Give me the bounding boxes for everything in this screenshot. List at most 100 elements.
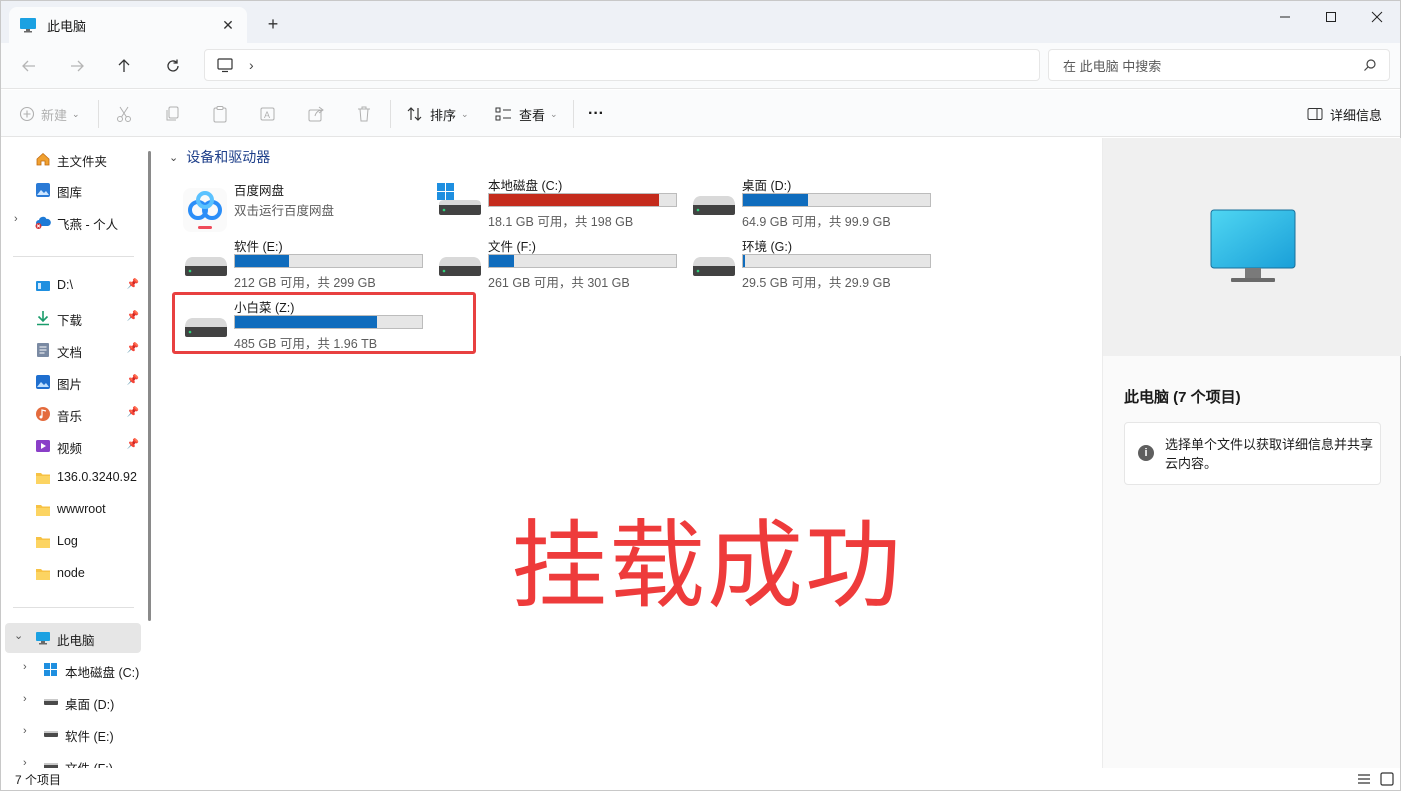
pin-icon[interactable]: 📌	[127, 311, 139, 322]
chevron-right-icon[interactable]: ›	[23, 725, 27, 737]
drive-d[interactable]: 桌面 (D:) 64.9 GB 可用，共 99.9 GB	[689, 175, 939, 233]
section-title: 设备和驱动器	[186, 149, 271, 165]
pin-icon[interactable]: 📌	[127, 375, 139, 386]
download-icon	[37, 311, 49, 326]
monitor-icon	[36, 632, 50, 645]
pin-icon[interactable]: 📌	[127, 407, 139, 418]
sidebar-item-this-pc[interactable]: ⌄ 此电脑	[5, 623, 141, 653]
more-options-button[interactable]: ···	[588, 102, 604, 126]
drive-e[interactable]: 软件 (E:) 212 GB 可用，共 299 GB	[181, 236, 431, 294]
drive-g[interactable]: 环境 (G:) 29.5 GB 可用，共 29.9 GB	[689, 236, 939, 294]
new-button[interactable]: 新建 ⌄	[19, 102, 80, 126]
share-button[interactable]	[307, 102, 325, 126]
sidebar-item-label: 主文件夹	[57, 155, 108, 169]
chevron-right-icon[interactable]: ›	[23, 693, 27, 705]
delete-button[interactable]	[355, 102, 373, 126]
maximize-button[interactable]	[1308, 1, 1354, 33]
folder-icon	[36, 505, 50, 516]
drive-name: 软件 (E:)	[234, 240, 283, 254]
refresh-button[interactable]	[158, 51, 188, 81]
sidebar-item-drive-e[interactable]: › 软件 (E:)	[1, 719, 141, 749]
drive-space-info: 64.9 GB 可用，共 99.9 GB	[742, 215, 891, 229]
details-pane-button[interactable]: 详细信息	[1307, 102, 1382, 126]
view-list-icon	[495, 107, 511, 121]
sidebar-item-label: D:\	[57, 278, 73, 292]
tab-this-pc[interactable]: 此电脑 ✕	[9, 7, 247, 43]
sidebar-item-documents[interactable]: 文档 📌	[1, 335, 141, 365]
details-hint: 选择单个文件以获取详细信息并共享云内容。	[1165, 437, 1374, 471]
address-bar[interactable]: ›	[204, 49, 1040, 81]
sidebar-item-label: 此电脑	[57, 634, 95, 648]
sidebar-item-pictures[interactable]: 图片 📌	[1, 367, 141, 397]
drive-name: 环境 (G:)	[742, 240, 792, 254]
home-icon	[36, 152, 50, 166]
sidebar-item-downloads[interactable]: 下载 📌	[1, 303, 141, 333]
search-box[interactable]: 在 此电脑 中搜索	[1048, 49, 1390, 81]
sidebar-divider	[13, 607, 134, 608]
minimize-button[interactable]	[1262, 1, 1308, 33]
close-tab-icon[interactable]: ✕	[219, 16, 237, 34]
navigation-bar: › 在 此电脑 中搜索	[1, 43, 1400, 89]
drive-usage-bar	[488, 193, 677, 207]
copy-button[interactable]	[163, 102, 181, 126]
sidebar-item-onedrive[interactable]: › 飞燕 - 个人	[1, 207, 141, 237]
sidebar-item-home[interactable]: 主文件夹	[1, 144, 141, 174]
chevron-down-icon: ⌄	[550, 108, 558, 119]
sidebar-item-videos[interactable]: 视频 📌	[1, 431, 141, 461]
pin-icon[interactable]: 📌	[127, 439, 139, 450]
chevron-right-icon[interactable]: ›	[14, 213, 18, 225]
file-explorer-window: 此电脑 ✕ + › 在 此电脑 中搜索 新建 ⌄ A 排序 ⌄ 查看 ⌄ ···…	[0, 0, 1401, 791]
drive-name: 百度网盘	[234, 184, 285, 198]
sidebar-item-label: 图库	[57, 186, 83, 200]
sidebar-item-drive-c[interactable]: › 本地磁盘 (C:)	[1, 655, 141, 685]
forward-button[interactable]	[62, 51, 92, 81]
cut-button[interactable]	[115, 102, 133, 126]
rename-button[interactable]: A	[259, 102, 277, 126]
drive-usage-bar	[234, 254, 423, 268]
windows-drive-icon	[437, 183, 481, 215]
baidu-netdisk-item[interactable]: 百度网盘 双击运行百度网盘	[181, 180, 431, 238]
gallery-icon	[36, 183, 50, 197]
sidebar-item-label: 软件 (E:)	[65, 730, 114, 744]
sidebar-item-label: node	[57, 566, 85, 580]
sidebar-item-label: 本地磁盘 (C:)	[65, 666, 140, 680]
refresh-icon	[167, 59, 179, 72]
chevron-right-icon[interactable]: ›	[23, 661, 27, 673]
sidebar-item-drive-d[interactable]: › 桌面 (D:)	[1, 687, 141, 717]
sidebar-item-folder[interactable]: wwwroot	[1, 495, 141, 525]
chevron-down-icon[interactable]: ⌄	[169, 151, 178, 164]
pin-icon[interactable]: 📌	[127, 343, 139, 354]
sidebar-item-label: 文件 (F:)	[65, 758, 113, 768]
rename-icon: A	[260, 107, 275, 121]
drive-c[interactable]: 本地磁盘 (C:) 18.1 GB 可用，共 198 GB	[435, 175, 685, 233]
breadcrumb-chevron[interactable]: ›	[249, 57, 254, 73]
tiles-view-icon[interactable]	[1379, 771, 1395, 787]
drive-f[interactable]: 文件 (F:) 261 GB 可用，共 301 GB	[435, 236, 685, 294]
drive-space-info: 29.5 GB 可用，共 29.9 GB	[742, 276, 891, 290]
sidebar-scrollbar[interactable]	[148, 151, 151, 621]
sidebar-item-folder[interactable]: node	[1, 559, 141, 589]
chevron-right-icon[interactable]: ›	[23, 757, 27, 768]
back-button[interactable]	[14, 51, 44, 81]
info-icon: i	[1138, 445, 1154, 461]
chevron-down-icon[interactable]: ⌄	[14, 629, 23, 642]
pin-icon[interactable]: 📌	[127, 279, 139, 290]
details-view-icon[interactable]	[1356, 771, 1372, 787]
section-header-devices[interactable]: ⌄ 设备和驱动器	[169, 147, 270, 167]
arrow-left-icon	[22, 60, 35, 72]
sort-button[interactable]: 排序 ⌄	[406, 102, 469, 126]
drive-space-info: 212 GB 可用，共 299 GB	[234, 276, 376, 290]
sidebar-item-folder[interactable]: 136.0.3240.92	[1, 463, 141, 493]
sidebar-item-folder[interactable]: Log	[1, 527, 141, 557]
new-tab-button[interactable]: +	[263, 13, 283, 35]
up-button[interactable]	[109, 51, 139, 81]
paste-button[interactable]	[211, 102, 229, 126]
drive-icon	[693, 196, 735, 215]
sidebar-item-music[interactable]: 音乐 📌	[1, 399, 141, 429]
sidebar-item-quick-d[interactable]: D:\ 📌	[1, 271, 141, 301]
drive-icon	[44, 763, 58, 768]
close-window-button[interactable]	[1354, 1, 1400, 33]
sidebar-item-drive-f[interactable]: › 文件 (F:)	[1, 751, 141, 768]
view-button[interactable]: 查看 ⌄	[495, 102, 558, 126]
sidebar-item-gallery[interactable]: 图库	[1, 175, 141, 205]
